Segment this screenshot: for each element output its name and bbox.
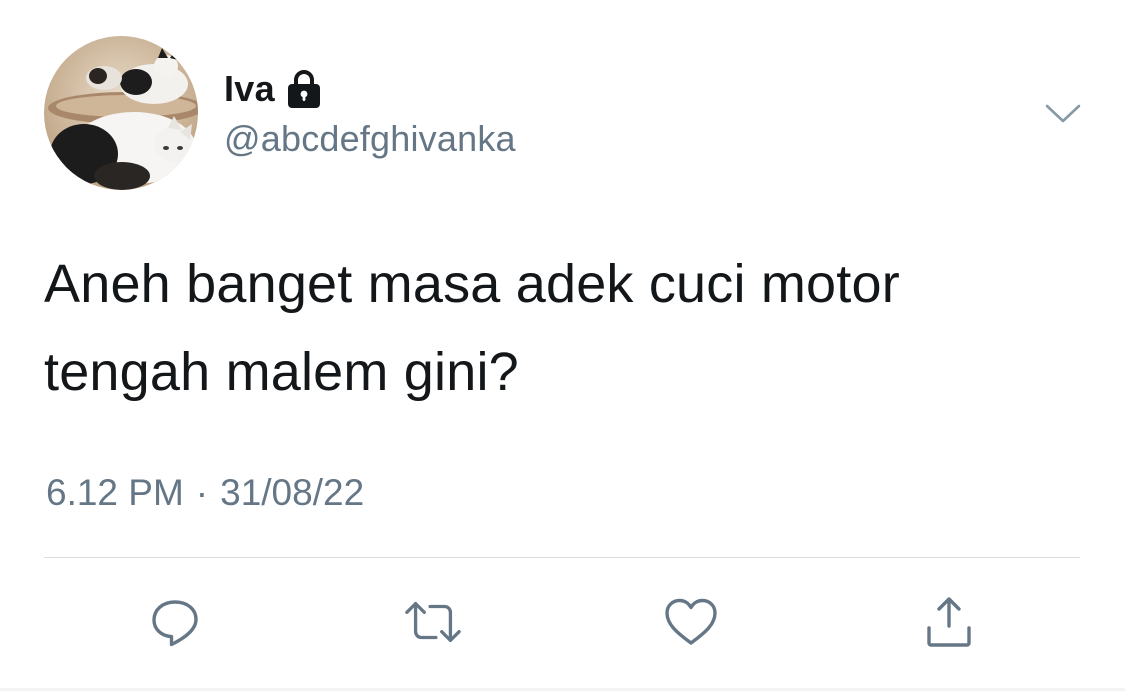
author-name-row[interactable]: Iva (224, 64, 323, 114)
retweet-icon (405, 601, 461, 643)
display-name[interactable]: Iva (224, 68, 275, 110)
reply-icon (152, 600, 198, 647)
heart-icon (665, 598, 717, 645)
divider (44, 557, 1080, 558)
more-options-button[interactable] (1040, 96, 1086, 132)
reply-button[interactable] (145, 592, 205, 652)
tweet-time: 6.12 PM (46, 472, 184, 513)
share-icon (927, 597, 971, 647)
separator-dot: · (195, 472, 209, 513)
username[interactable]: @abcdefghivanka (224, 118, 516, 160)
share-button[interactable] (919, 592, 979, 652)
lock-icon (285, 68, 323, 110)
retweet-button[interactable] (403, 592, 463, 652)
avatar[interactable] (44, 36, 198, 190)
chevron-down-icon (1045, 104, 1081, 123)
like-button[interactable] (661, 592, 721, 652)
avatar-image (44, 36, 198, 190)
tweet-text: Aneh banget masa adek cuci motor tengah … (44, 254, 900, 402)
tweet-date: 31/08/22 (220, 472, 365, 513)
tweet-timestamp[interactable]: 6.12 PM · 31/08/22 (46, 472, 364, 514)
action-bar (0, 592, 1125, 652)
